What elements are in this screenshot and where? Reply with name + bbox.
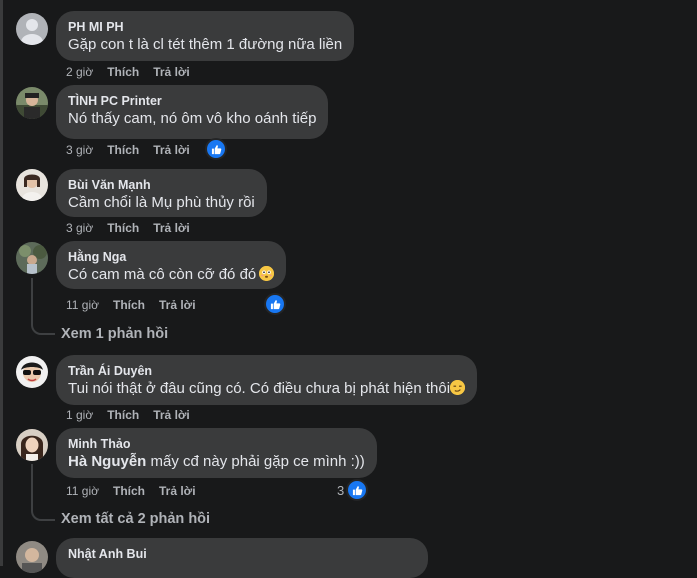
panel-edge xyxy=(0,0,3,566)
thread-connector xyxy=(31,322,55,335)
comment-author[interactable]: Nhật Anh Bui xyxy=(68,546,416,562)
comment-text: Có cam mà cô còn cỡ đó đó xyxy=(68,265,275,285)
flushed-face-emoji xyxy=(259,266,275,281)
avatar[interactable] xyxy=(16,429,48,461)
comment-text: Hà Nguyễn mấy cđ này phải gặp ce mình :)… xyxy=(68,452,365,472)
comment-time[interactable]: 1 giờ xyxy=(66,407,93,423)
comment-bubble: Nhật Anh Bui xyxy=(56,538,428,578)
comment-text-body: mấy cđ này phải gặp ce mình :)) xyxy=(146,453,365,470)
thread-line xyxy=(31,278,33,322)
comment-text: Tui nói thật ở đâu cũng có. Có điều chưa… xyxy=(68,379,466,399)
view-replies-link[interactable]: Xem tất cả 2 phản hồi xyxy=(61,511,210,527)
like-reaction-icon[interactable] xyxy=(264,293,286,315)
comment-author[interactable]: PH MI PH xyxy=(68,19,342,35)
like-button[interactable]: Thích xyxy=(113,483,145,499)
avatar[interactable] xyxy=(16,242,48,274)
comment-author[interactable]: Hằng Nga xyxy=(68,249,274,265)
comment-author[interactable]: Trần Ái Duyên xyxy=(68,363,465,379)
like-reaction-icon[interactable] xyxy=(205,138,227,160)
comment-actions: 11 giờ Thích Trả lời xyxy=(66,297,210,313)
comment-time[interactable]: 11 giờ xyxy=(66,483,99,499)
like-button[interactable]: Thích xyxy=(107,142,139,158)
comment-author[interactable]: TÌNH PC Printer xyxy=(68,93,316,109)
like-reaction-icon[interactable] xyxy=(346,479,368,501)
mention-link[interactable]: Hà Nguyễn xyxy=(68,453,146,470)
avatar[interactable] xyxy=(16,87,48,119)
reaction-count[interactable]: 3 xyxy=(337,482,344,500)
smirking-face-emoji xyxy=(450,380,466,395)
thread-connector xyxy=(31,508,55,521)
comment-bubble: Minh Thảo Hà Nguyễn mấy cđ này phải gặp … xyxy=(56,428,377,478)
comment-bubble: Trần Ái Duyên Tui nói thật ở đâu cũng có… xyxy=(56,355,478,405)
comment-time[interactable]: 3 giờ xyxy=(66,220,93,236)
comment-time[interactable]: 11 giờ xyxy=(66,297,99,313)
like-button[interactable]: Thích xyxy=(113,297,145,313)
avatar[interactable] xyxy=(16,169,48,201)
avatar[interactable] xyxy=(16,356,48,388)
comment-bubble: Bùi Văn Mạnh Cầm chổi là Mụ phù thủy rồi xyxy=(56,169,267,217)
comment-actions: 3 giờ Thích Trả lời xyxy=(66,220,204,236)
comment-author[interactable]: Bùi Văn Mạnh xyxy=(68,177,255,193)
reply-button[interactable]: Trả lời xyxy=(159,297,196,313)
comment-time[interactable]: 2 giờ xyxy=(66,64,93,80)
comment-text-body: Tui nói thật ở đâu cũng có. Có điều chưa… xyxy=(68,380,451,397)
comment-text: Gặp con t là cl tét thêm 1 đường nữa liề… xyxy=(68,36,343,53)
comment-author[interactable]: Minh Thảo xyxy=(68,436,365,452)
comment-bubble: Hằng Nga Có cam mà cô còn cỡ đó đó xyxy=(56,241,287,289)
thread-line xyxy=(31,464,33,508)
reply-button[interactable]: Trả lời xyxy=(159,483,196,499)
comment-text: Nó thấy cam, nó ôm vô kho oánh tiếp xyxy=(68,110,317,127)
comment-actions: 11 giờ Thích Trả lời xyxy=(66,483,210,499)
like-button[interactable]: Thích xyxy=(107,220,139,236)
reply-button[interactable]: Trả lời xyxy=(153,142,190,158)
comment-bubble: TÌNH PC Printer Nó thấy cam, nó ôm vô kh… xyxy=(56,85,329,139)
reply-button[interactable]: Trả lời xyxy=(153,64,190,80)
comment-actions: 2 giờ Thích Trả lời xyxy=(66,64,204,80)
like-button[interactable]: Thích xyxy=(107,407,139,423)
comment-text: Cầm chổi là Mụ phù thủy rồi xyxy=(68,194,255,211)
avatar[interactable] xyxy=(16,13,48,45)
like-button[interactable]: Thích xyxy=(107,64,139,80)
comment-text-body: Có cam mà cô còn cỡ đó đó xyxy=(68,266,257,283)
comment-actions: 3 giờ Thích Trả lời xyxy=(66,142,204,158)
reply-button[interactable]: Trả lời xyxy=(153,220,190,236)
comment-time[interactable]: 3 giờ xyxy=(66,142,93,158)
reply-button[interactable]: Trả lời xyxy=(153,407,190,423)
comment-bubble: PH MI PH Gặp con t là cl tét thêm 1 đườn… xyxy=(56,11,355,61)
avatar[interactable] xyxy=(16,541,48,573)
comment-actions: 1 giờ Thích Trả lời xyxy=(66,407,204,423)
view-replies-link[interactable]: Xem 1 phản hồi xyxy=(61,326,168,342)
